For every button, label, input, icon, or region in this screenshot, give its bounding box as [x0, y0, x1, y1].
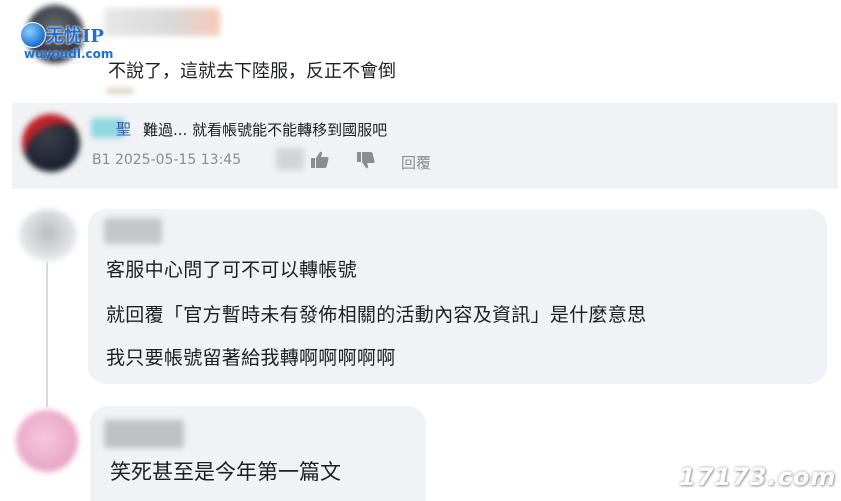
meta-redacted [276, 148, 304, 170]
avatar[interactable] [16, 410, 78, 472]
avatar[interactable] [22, 114, 80, 172]
reply-button[interactable]: 回覆 [401, 152, 431, 173]
watermark-brand: 无忧IP [46, 26, 104, 47]
reply-text: 難過... 就看帳號能不能轉移到國服吧 [143, 121, 388, 139]
comment-line-2: 就回覆「官方暫時未有發佈相關的活動內容及資訊」是什麼意思 [106, 304, 647, 326]
comment-text: 笑死甚至是今年第一篇文 [110, 460, 341, 484]
globe-icon [20, 22, 46, 48]
comment-text: 不說了，這就去下陸服，反正不會倒 [108, 61, 396, 82]
thread-line [46, 262, 48, 407]
watermark-url: wuyoudl.com [24, 47, 114, 61]
commenter-name-redacted[interactable] [104, 420, 184, 448]
reply-author-name[interactable]: 聖 [116, 118, 131, 139]
commenter-name-redacted[interactable] [104, 218, 162, 244]
reply-panel [12, 103, 838, 189]
corner-watermark: 17173.com [679, 463, 837, 491]
thumbs-down-icon[interactable] [356, 150, 376, 170]
avatar[interactable] [19, 209, 77, 261]
comment-line-3: 我只要帳號留著給我轉啊啊啊啊啊 [106, 347, 396, 369]
thumbs-up-icon[interactable] [310, 150, 330, 170]
reply-meta: B1 2025-05-15 13:45 [92, 152, 242, 168]
comment-line-1: 客服中心問了可不可以轉帳號 [106, 259, 357, 281]
emoji-fragment [106, 88, 134, 94]
watermark-logo: 无忧IP wuyoudl.com [20, 20, 128, 61]
